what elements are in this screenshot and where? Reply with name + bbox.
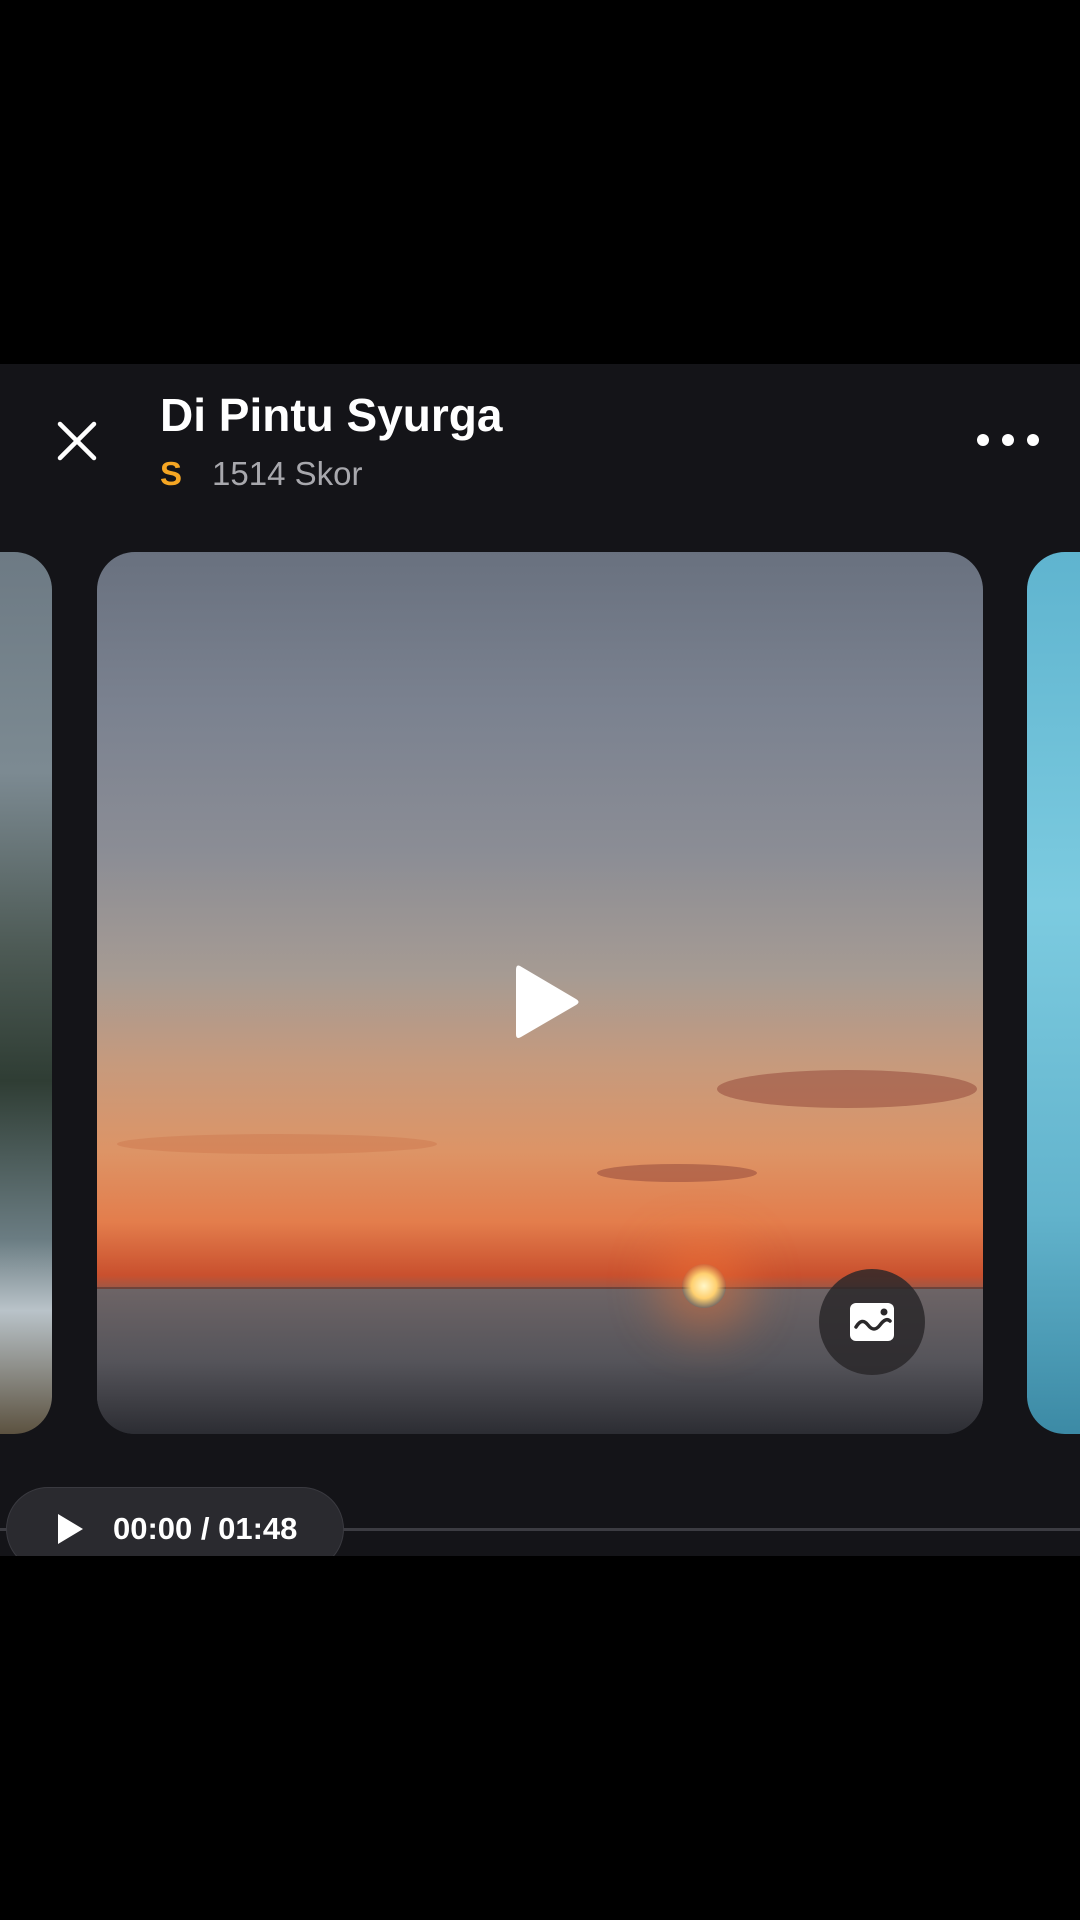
set-wallpaper-button[interactable] (819, 1269, 925, 1375)
play-icon (58, 1514, 83, 1544)
sun (682, 1264, 726, 1308)
play-overlay-button[interactable] (507, 957, 587, 1047)
previous-video-card[interactable] (0, 552, 52, 1434)
play-button[interactable] (55, 1509, 95, 1549)
song-title: Di Pintu Syurga (160, 389, 503, 441)
close-icon (57, 421, 97, 461)
cloud (717, 1070, 977, 1108)
score-row: S 1514 Skor (160, 454, 362, 494)
play-icon (516, 965, 579, 1038)
wallpaper-icon (850, 1303, 894, 1341)
score-text: 1514 Skor (212, 455, 363, 492)
playback-time: 00:00 / 01:48 (113, 1511, 298, 1546)
cloud (597, 1164, 757, 1182)
cloud (117, 1134, 437, 1154)
more-dots-icon (977, 434, 1039, 446)
song-preview-screen: Di Pintu Syurga S 1514 Skor 00:00 / 01:4… (0, 364, 1080, 1556)
close-button[interactable] (50, 414, 104, 468)
next-video-card[interactable] (1027, 552, 1080, 1434)
score-badge: S (160, 455, 183, 492)
player-control[interactable]: 00:00 / 01:48 (6, 1487, 344, 1556)
video-thumbnail[interactable] (97, 552, 983, 1434)
more-options-button[interactable] (970, 412, 1046, 468)
